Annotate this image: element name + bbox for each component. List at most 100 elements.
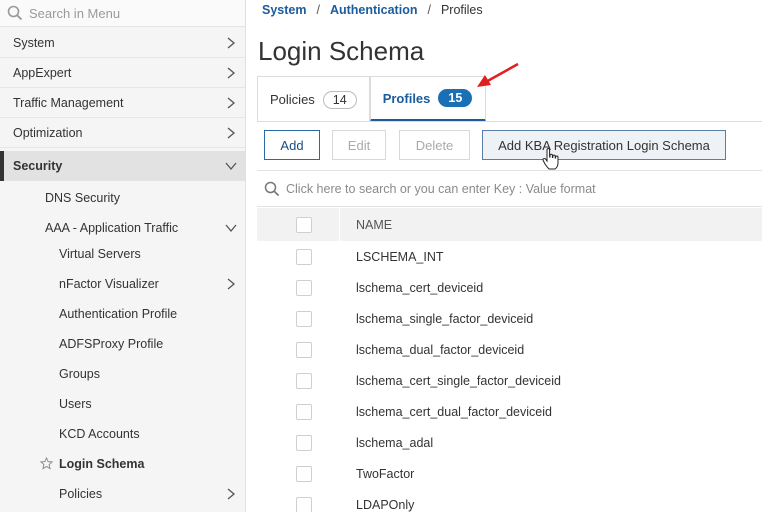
row-checkbox[interactable]: [296, 435, 312, 451]
sidebar-item-dns-security[interactable]: DNS Security: [0, 183, 245, 213]
sidebar-item-traffic-management[interactable]: Traffic Management: [0, 88, 245, 118]
table-cell-name: LDAPOnly: [356, 497, 415, 512]
table-row[interactable]: TwoFactor: [257, 458, 762, 489]
chevron-right-icon: [227, 37, 236, 49]
table-cell-name: LSCHEMA_INT: [356, 249, 444, 264]
sidebar-item-policies[interactable]: Policies: [0, 479, 245, 509]
sidebar-item-nfactor-visualizer[interactable]: nFactor Visualizer: [0, 269, 245, 299]
sidebar-item-system[interactable]: System: [0, 28, 245, 58]
column-divider: [339, 208, 340, 241]
row-checkbox[interactable]: [296, 311, 312, 327]
table-cell-name: lschema_dual_factor_deviceid: [356, 342, 525, 357]
sidebar-item-label: Security: [13, 159, 63, 173]
count-badge: 15: [438, 89, 473, 107]
table-row[interactable]: lschema_adal: [257, 427, 762, 458]
add-kba-registration-login-schema-button[interactable]: Add KBA Registration Login Schema: [482, 130, 726, 160]
tabs: Policies 14 Profiles 15: [257, 76, 486, 122]
sidebar-item-label: AAA - Application Traffic: [45, 221, 179, 235]
table-cell-name: lschema_cert_deviceid: [356, 280, 484, 295]
sidebar-item-authentication-profile[interactable]: Authentication Profile: [0, 299, 245, 329]
row-checkbox[interactable]: [296, 280, 312, 296]
chevron-right-icon: [227, 97, 236, 109]
sidebar-item-label: nFactor Visualizer: [59, 277, 159, 291]
table-row[interactable]: lschema_cert_deviceid: [257, 272, 762, 303]
sidebar-item-optimization[interactable]: Optimization: [0, 118, 245, 148]
tab-profiles[interactable]: Profiles 15: [369, 76, 486, 122]
table-header: NAME: [257, 208, 762, 241]
table-row[interactable]: lschema_dual_factor_deviceid: [257, 334, 762, 365]
chevron-right-icon: [227, 67, 236, 79]
chevron-down-icon: [225, 162, 237, 171]
annotation-arrow-icon: [477, 62, 519, 87]
menu-search[interactable]: Search in Menu: [0, 0, 245, 27]
table-row[interactable]: lschema_single_factor_deviceid: [257, 303, 762, 334]
table-row[interactable]: LDAPOnly: [257, 489, 762, 512]
sidebar-item-adfsproxy-profile[interactable]: ADFSProxy Profile: [0, 329, 245, 359]
chevron-down-icon: [225, 224, 237, 233]
table-cell-name: lschema_cert_dual_factor_deviceid: [356, 404, 552, 419]
menu-search-placeholder: Search in Menu: [29, 5, 121, 21]
table-search-placeholder: Click here to search or you can enter Ke…: [286, 181, 596, 196]
sidebar-item-label: Traffic Management: [13, 95, 124, 110]
tab-policies[interactable]: Policies 14: [257, 76, 370, 122]
table-cell-name: lschema_cert_single_factor_deviceid: [356, 373, 561, 388]
search-icon: [7, 5, 23, 21]
row-checkbox[interactable]: [296, 466, 312, 482]
sidebar-item-virtual-servers[interactable]: Virtual Servers: [0, 239, 245, 269]
sidebar-item-groups[interactable]: Groups: [0, 359, 245, 389]
breadcrumb-system[interactable]: System: [262, 3, 306, 17]
table-cell-name: lschema_adal: [356, 435, 434, 450]
row-checkbox[interactable]: [296, 497, 312, 512]
breadcrumb-separator: /: [427, 3, 431, 17]
sidebar-item-label: Users: [59, 397, 92, 411]
add-button[interactable]: Add: [264, 130, 320, 160]
breadcrumb-authentication[interactable]: Authentication: [330, 3, 418, 17]
table-cell-name: lschema_single_factor_deviceid: [356, 311, 534, 326]
profiles-table: NAME LSCHEMA_INT lschema_cert_deviceid l…: [257, 208, 762, 512]
chevron-right-icon: [227, 488, 236, 500]
tab-label: Profiles: [382, 90, 431, 106]
toolbar: Add Edit Delete Add KBA Registration Log…: [264, 130, 726, 160]
sidebar-item-label: Optimization: [13, 125, 83, 140]
table-row[interactable]: lschema_cert_single_factor_deviceid: [257, 365, 762, 396]
sidebar-item-label: KCD Accounts: [59, 427, 140, 441]
column-header-name[interactable]: NAME: [356, 218, 392, 232]
table-row[interactable]: lschema_cert_dual_factor_deviceid: [257, 396, 762, 427]
row-checkbox[interactable]: [296, 342, 312, 358]
chevron-right-icon: [227, 127, 236, 139]
sidebar: Search in Menu System AppExpert Traffic …: [0, 0, 246, 512]
sidebar-item-users[interactable]: Users: [0, 389, 245, 419]
search-icon: [264, 181, 280, 196]
select-all-checkbox[interactable]: [296, 217, 312, 233]
row-checkbox[interactable]: [296, 373, 312, 389]
table-row[interactable]: LSCHEMA_INT: [257, 241, 762, 272]
sidebar-item-label: DNS Security: [45, 191, 121, 205]
breadcrumb: System / Authentication / Profiles: [262, 3, 483, 17]
sidebar-item-label: Groups: [59, 367, 100, 381]
sidebar-item-label: ADFSProxy Profile: [59, 337, 164, 351]
sidebar-item-label: System: [13, 35, 55, 50]
breadcrumb-separator: /: [316, 3, 320, 17]
sidebar-item-label: AppExpert: [13, 65, 72, 80]
divider: [257, 121, 762, 122]
sidebar-item-appexpert[interactable]: AppExpert: [0, 58, 245, 88]
sidebar-item-security[interactable]: Security: [0, 151, 245, 181]
sidebar-item-label: Virtual Servers: [59, 247, 141, 261]
sidebar-item-label: Login Schema: [59, 457, 145, 471]
hand-cursor-icon: [542, 148, 559, 170]
sidebar-item-login-schema[interactable]: Login Schema: [0, 449, 245, 479]
page-title: Login Schema: [258, 36, 425, 66]
row-checkbox[interactable]: [296, 249, 312, 265]
sidebar-item-kcd-accounts[interactable]: KCD Accounts: [0, 419, 245, 449]
count-badge: 14: [322, 90, 357, 109]
tab-label: Policies: [270, 92, 315, 107]
table-cell-name: TwoFactor: [356, 466, 415, 481]
breadcrumb-profiles: Profiles: [440, 3, 483, 17]
star-icon[interactable]: [40, 457, 53, 470]
delete-button[interactable]: Delete: [399, 130, 470, 160]
sidebar-item-label: Policies: [59, 487, 103, 501]
row-checkbox[interactable]: [296, 404, 312, 420]
sidebar-item-label: Authentication Profile: [59, 307, 178, 321]
table-search[interactable]: Click here to search or you can enter Ke…: [257, 170, 762, 207]
edit-button[interactable]: Edit: [332, 130, 386, 160]
